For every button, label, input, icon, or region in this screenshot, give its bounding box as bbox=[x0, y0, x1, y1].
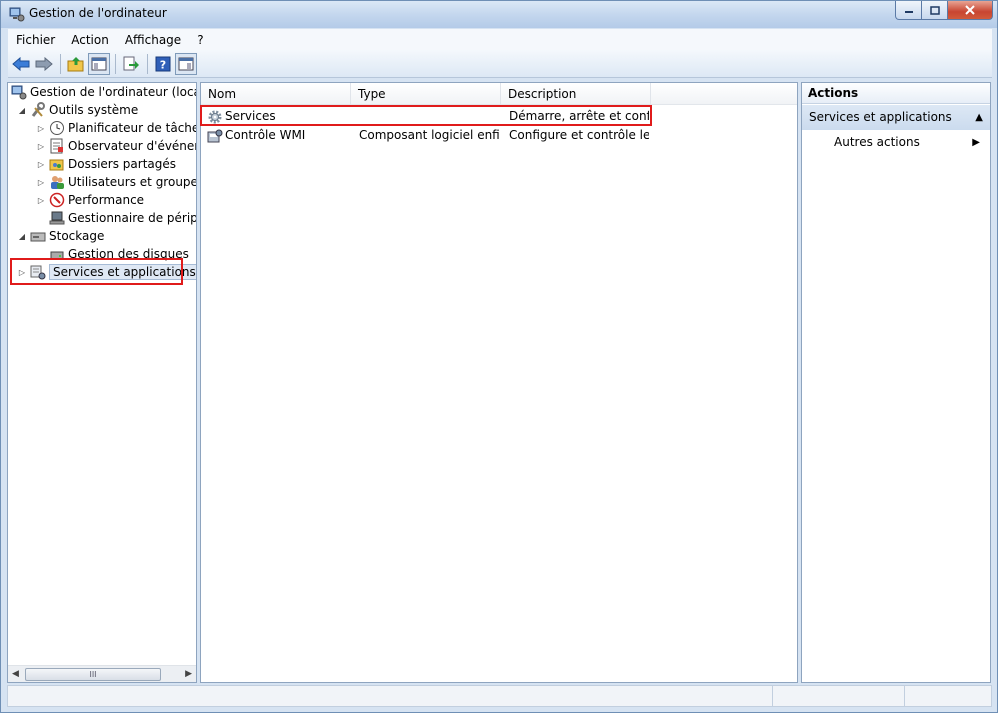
highlight-box-services-row bbox=[200, 105, 652, 126]
action-label: Autres actions bbox=[834, 135, 920, 149]
tree-label: Utilisateurs et groupes l bbox=[68, 175, 197, 189]
forward-button[interactable] bbox=[33, 53, 55, 75]
menu-bar: Fichier Action Affichage ? bbox=[8, 29, 992, 50]
storage-icon bbox=[30, 232, 46, 242]
show-hide-tree-button[interactable] bbox=[88, 52, 110, 75]
event-viewer-icon bbox=[50, 138, 63, 154]
computer-management-icon bbox=[9, 7, 25, 22]
actions-section-services-applications[interactable]: Services et applications ▲ bbox=[802, 105, 990, 130]
tree-label: Stockage bbox=[49, 229, 105, 243]
show-hide-action-pane-button[interactable] bbox=[175, 52, 197, 75]
show-hide-action-pane-icon bbox=[178, 57, 194, 70]
tree-node-dossiers[interactable]: ▷ Dossiers partagés bbox=[36, 155, 176, 173]
tree-label: Gestion de l'ordinateur (local) bbox=[30, 85, 197, 99]
export-list-icon bbox=[123, 56, 139, 70]
menu-action[interactable]: Action bbox=[63, 33, 117, 47]
close-button[interactable] bbox=[948, 1, 993, 20]
collapse-triangle-icon[interactable]: ◢ bbox=[17, 231, 27, 241]
toolbar: ? bbox=[8, 50, 992, 78]
tree-label: Observateur d'événeme bbox=[68, 139, 196, 153]
list-row-controle-wmi[interactable]: Contrôle WMI Composant logiciel enfi... … bbox=[201, 126, 797, 145]
minimize-button[interactable] bbox=[895, 1, 922, 20]
expand-triangle-icon[interactable]: ▷ bbox=[36, 195, 46, 205]
minimize-icon bbox=[904, 11, 913, 13]
row-nom: Contrôle WMI bbox=[225, 128, 306, 142]
status-segment bbox=[772, 686, 902, 706]
status-segment bbox=[904, 686, 991, 706]
users-icon bbox=[51, 176, 64, 189]
row-description: Configure et contrôle le ... bbox=[509, 128, 649, 142]
computer-management-icon bbox=[11, 85, 27, 100]
tree-node-observateur[interactable]: ▷ Observateur d'événeme bbox=[36, 137, 196, 155]
scroll-right-icon[interactable]: ▶ bbox=[185, 669, 192, 679]
expand-triangle-icon[interactable]: ▷ bbox=[36, 123, 46, 133]
maximize-icon bbox=[929, 5, 940, 15]
tree-node-planificateur[interactable]: ▷ Planificateur de tâches bbox=[36, 119, 197, 137]
forward-arrow-icon bbox=[35, 56, 53, 71]
collapse-triangle-icon[interactable]: ◢ bbox=[17, 105, 27, 115]
shared-folder-icon bbox=[49, 159, 64, 171]
close-icon bbox=[965, 5, 975, 15]
tree-label: Outils système bbox=[49, 103, 139, 117]
title-bar[interactable]: Gestion de l'ordinateur bbox=[1, 1, 997, 28]
result-list[interactable]: Nom Type Description Services Démarre, a… bbox=[200, 82, 798, 683]
tree-label: Dossiers partagés bbox=[68, 157, 177, 171]
highlight-box-tree bbox=[10, 258, 183, 285]
column-header-description[interactable]: Description bbox=[501, 83, 651, 105]
tree-node-outils-systeme[interactable]: ◢ Outils système bbox=[17, 101, 138, 119]
expand-triangle-icon[interactable]: ▷ bbox=[36, 141, 46, 151]
back-button[interactable] bbox=[10, 53, 32, 75]
actions-pane: Actions Services et applications ▲ Autre… bbox=[801, 82, 991, 683]
help-icon: ? bbox=[155, 56, 171, 71]
svg-text:?: ? bbox=[160, 58, 166, 71]
tree-label: Gestionnaire de périphé bbox=[68, 211, 197, 225]
toolbar-separator bbox=[115, 53, 116, 74]
help-button[interactable]: ? bbox=[152, 53, 174, 75]
actions-header: Actions bbox=[802, 83, 990, 104]
back-arrow-icon bbox=[12, 56, 30, 71]
wmi-control-icon bbox=[207, 129, 223, 143]
show-hide-tree-icon bbox=[91, 57, 107, 70]
window-title: Gestion de l'ordinateur bbox=[29, 6, 167, 20]
tree-label: Planificateur de tâches bbox=[68, 121, 197, 135]
device-manager-icon bbox=[49, 211, 65, 225]
clock-icon bbox=[50, 121, 64, 135]
up-button[interactable] bbox=[65, 53, 87, 75]
menu-affichage[interactable]: Affichage bbox=[117, 33, 189, 47]
action-autres-actions[interactable]: Autres actions ▶ bbox=[834, 133, 984, 152]
scrollbar-thumb[interactable]: III bbox=[25, 668, 161, 681]
tree-node-stockage[interactable]: ◢ Stockage bbox=[17, 227, 104, 245]
row-type: Composant logiciel enfi... bbox=[359, 128, 499, 142]
expand-triangle-icon[interactable]: ▷ bbox=[36, 177, 46, 187]
column-header-type[interactable]: Type bbox=[351, 83, 501, 105]
toolbar-separator bbox=[60, 53, 61, 74]
collapse-up-icon[interactable]: ▲ bbox=[975, 105, 983, 130]
maximize-button[interactable] bbox=[922, 1, 948, 20]
up-folder-icon bbox=[67, 56, 84, 71]
tools-icon bbox=[31, 102, 45, 117]
console-tree[interactable]: Gestion de l'ordinateur (local) ◢ Outils… bbox=[7, 82, 197, 683]
toolbar-separator bbox=[147, 53, 148, 74]
status-bar bbox=[7, 685, 992, 707]
menu-help[interactable]: ? bbox=[189, 33, 211, 47]
tree-node-root[interactable]: Gestion de l'ordinateur (local) bbox=[11, 83, 197, 101]
column-header-row: Nom Type Description bbox=[201, 83, 797, 105]
submenu-arrow-icon: ▶ bbox=[972, 137, 980, 148]
tree-horizontal-scrollbar[interactable]: ◀ III ▶ bbox=[8, 665, 196, 682]
expand-triangle-icon[interactable]: ▷ bbox=[36, 159, 46, 169]
export-list-button[interactable] bbox=[120, 53, 142, 75]
tree-node-utilisateurs[interactable]: ▷ Utilisateurs et groupes l bbox=[36, 173, 197, 191]
tree-node-gestionnaire[interactable]: Gestionnaire de périphé bbox=[49, 209, 197, 227]
tree-node-performance[interactable]: ▷ Performance bbox=[36, 191, 144, 209]
scroll-left-icon[interactable]: ◀ bbox=[12, 669, 19, 679]
column-header-nom[interactable]: Nom bbox=[201, 83, 351, 105]
performance-icon bbox=[49, 192, 65, 208]
menu-fichier[interactable]: Fichier bbox=[8, 33, 63, 47]
tree-label: Performance bbox=[68, 193, 145, 207]
section-label: Services et applications bbox=[809, 110, 952, 124]
